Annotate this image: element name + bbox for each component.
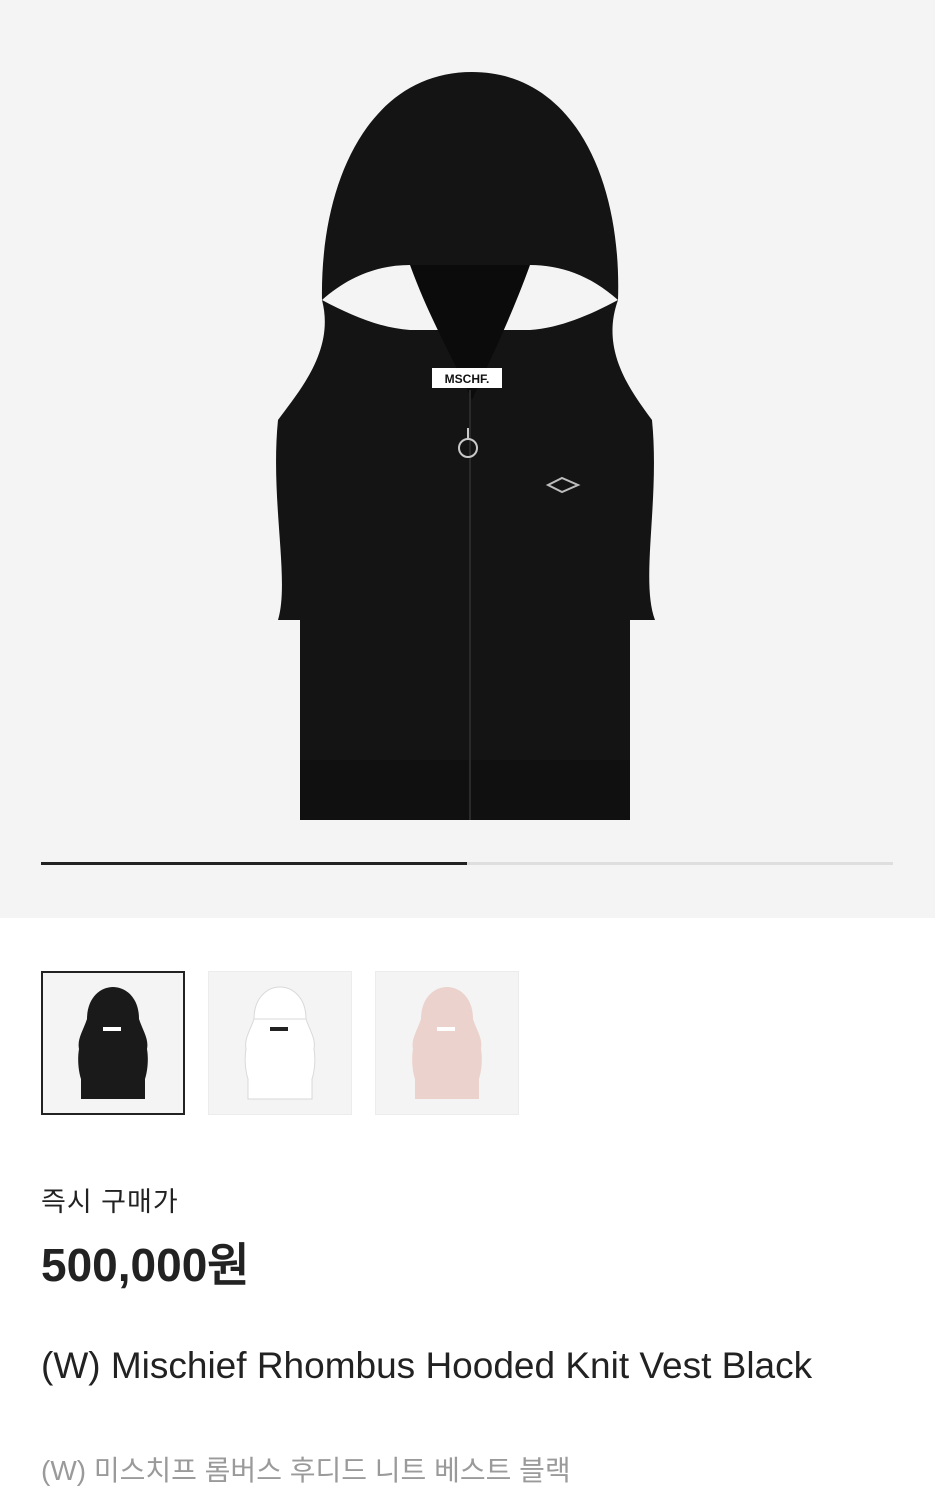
- carousel-progress-bar: [41, 862, 893, 865]
- pink-vest-thumbnail-image: [412, 987, 482, 1099]
- thumbnail-pink[interactable]: [375, 971, 519, 1115]
- brand-tag-text: MSCHF.: [445, 372, 490, 386]
- instant-buy-price: 500,000원: [41, 1239, 250, 1291]
- thumbnail-white[interactable]: [208, 971, 352, 1115]
- product-image-carousel[interactable]: MSCHF.: [0, 0, 935, 918]
- product-main-image: MSCHF.: [276, 72, 655, 820]
- carousel-progress-fill: [41, 862, 467, 865]
- product-title-korean: (W) 미스치프 롬버스 후디드 니트 베스트 블랙: [41, 1455, 571, 1486]
- product-title: (W) Mischief Rhombus Hooded Knit Vest Bl…: [41, 1345, 813, 1386]
- instant-buy-price-label: 즉시 구매가: [41, 1187, 179, 1217]
- black-vest-thumbnail-image: [78, 987, 148, 1099]
- white-vest-thumbnail-image: [244, 986, 316, 1100]
- thumbnail-black[interactable]: [41, 971, 185, 1115]
